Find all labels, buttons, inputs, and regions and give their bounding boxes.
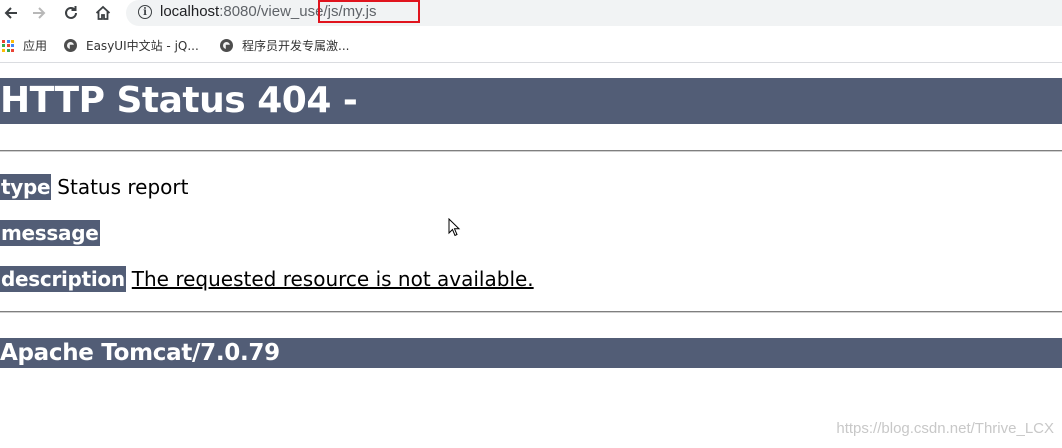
bookmark-easyui[interactable]: EasyUI中文站 - jQ... — [64, 37, 199, 54]
browser-window: i localhost:8080/view_use/js/my.js 应用 Ea… — [0, 0, 1062, 448]
bookmark-apps[interactable]: 应用 — [2, 37, 47, 54]
browser-toolbar: i localhost:8080/view_use/js/my.js — [0, 0, 1062, 28]
server-version: Apache Tomcat/7.0.79 — [0, 338, 1062, 368]
description-value: The requested resource is not available. — [131, 267, 534, 291]
page-title: HTTP Status 404 - — [0, 78, 1062, 124]
back-arrow-icon[interactable] — [0, 2, 22, 24]
description-label: description — [0, 266, 126, 292]
bookmark-label: 程序员开发专属激... — [242, 39, 350, 53]
bookmark-label: 应用 — [23, 39, 48, 53]
horizontal-rule — [0, 150, 1062, 152]
chrome-divider — [0, 62, 1062, 63]
forward-arrow-icon[interactable] — [28, 2, 50, 24]
description-row: description The requested resource is no… — [0, 266, 534, 292]
type-row: type Status report — [0, 174, 188, 200]
apps-grid-icon — [2, 39, 14, 52]
home-icon[interactable] — [92, 2, 114, 24]
reload-icon[interactable] — [60, 2, 82, 24]
message-label: message — [0, 220, 100, 246]
message-row: message — [0, 220, 106, 246]
url-host: localhost — [160, 3, 220, 20]
type-value: Status report — [57, 175, 189, 199]
horizontal-rule — [0, 311, 1062, 313]
info-icon[interactable]: i — [138, 5, 152, 19]
bookmark-label: EasyUI中文站 - jQ... — [86, 39, 199, 53]
bookmarks-bar: 应用 EasyUI中文站 - jQ... 程序员开发专属激... — [0, 30, 1062, 60]
type-label: type — [0, 174, 52, 200]
mouse-cursor-icon — [448, 218, 461, 237]
watermark: https://blog.csdn.net/Thrive_LCX — [836, 420, 1054, 437]
globe-icon — [64, 39, 77, 52]
globe-icon — [220, 39, 233, 52]
address-bar[interactable]: i localhost:8080/view_use/js/my.js — [126, 0, 1062, 26]
url-highlight-box — [318, 0, 420, 23]
bookmark-programmer[interactable]: 程序员开发专属激... — [220, 37, 349, 54]
